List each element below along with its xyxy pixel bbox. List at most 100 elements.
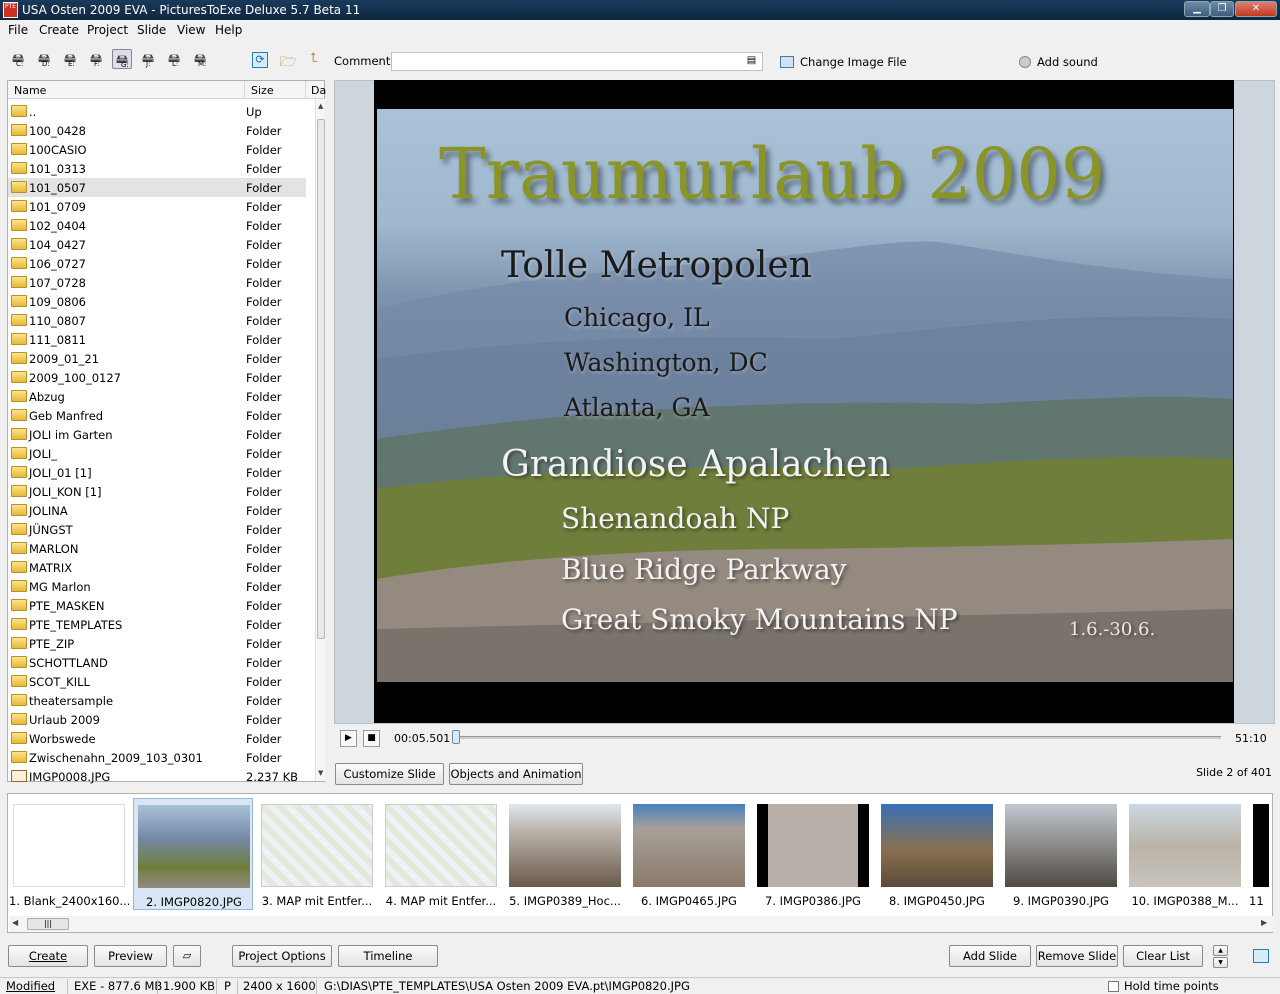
menu-create[interactable]: Create (39, 23, 79, 37)
scroll-left-arrow[interactable]: ◀ (12, 918, 18, 927)
file-row[interactable]: SCHOTTLAND Folder (8, 653, 306, 672)
scroll-right-arrow[interactable]: ▶ (1261, 918, 1267, 927)
seek-knob[interactable] (452, 730, 460, 744)
file-row[interactable]: JOLI im Garten Folder (8, 425, 306, 444)
folder-open-icon[interactable]: 🗁 (278, 51, 298, 71)
hold-time-points-checkbox[interactable] (1108, 981, 1119, 992)
drive-l-button[interactable]: 🖴 L: (164, 49, 184, 69)
drive-d-button[interactable]: 🖴 D: (34, 49, 54, 69)
file-row[interactable]: JOLI_KON [1] Folder (8, 482, 306, 501)
file-row[interactable]: theatersample Folder (8, 691, 306, 710)
file-row[interactable]: Abzug Folder (8, 387, 306, 406)
file-row[interactable]: MG Marlon Folder (8, 577, 306, 596)
fullscreen-preview-icon[interactable]: ▱ (173, 945, 201, 967)
slide-thumbnail[interactable]: 4. MAP mit Entfer... (381, 798, 501, 910)
file-row[interactable]: Worbswede Folder (8, 729, 306, 748)
splitter[interactable] (326, 80, 333, 782)
drive-e-button[interactable]: 🖴 E: (60, 49, 80, 69)
column-name[interactable]: Name (14, 84, 46, 97)
file-row[interactable]: JOLI_ Folder (8, 444, 306, 463)
file-row[interactable]: PTE_ZIP Folder (8, 634, 306, 653)
file-row[interactable]: MARLON Folder (8, 539, 306, 558)
move-up-icon[interactable]: ▲ (1213, 945, 1228, 956)
file-list-scrollbar[interactable]: ▲ ▼ (315, 99, 325, 781)
refresh-icon[interactable]: ⟳ (252, 52, 268, 68)
add-slide-button[interactable]: Add Slide (949, 945, 1031, 967)
file-row[interactable]: SCOT_KILL Folder (8, 672, 306, 691)
move-down-icon[interactable]: ▼ (1213, 957, 1228, 968)
file-row[interactable]: 101_0709 Folder (8, 197, 306, 216)
objects-animation-button[interactable]: Objects and Animation (449, 763, 583, 785)
stop-icon[interactable]: ■ (363, 730, 380, 747)
seek-track[interactable] (456, 736, 1221, 739)
slide-thumbnail[interactable]: 10. IMGP0388_M... (1125, 798, 1245, 910)
file-row[interactable]: .. Up (8, 102, 306, 121)
create-button[interactable]: Create (8, 945, 88, 967)
scroll-down-arrow[interactable]: ▼ (318, 769, 323, 777)
preview-button[interactable]: Preview (94, 945, 167, 967)
file-row[interactable]: 110_0807 Folder (8, 311, 306, 330)
slide-thumbnail[interactable]: 7. IMGP0386.JPG (753, 798, 873, 910)
customize-slide-button[interactable]: Customize Slide (335, 763, 444, 785)
file-row[interactable]: 109_0806 Folder (8, 292, 306, 311)
column-date[interactable]: Da (311, 84, 326, 97)
slide-thumbnail[interactable]: 1. Blank_2400x160... (9, 798, 129, 910)
folder-up-icon[interactable]: ⮤ (304, 51, 324, 71)
column-size[interactable]: Size (251, 84, 274, 97)
comment-input[interactable] (391, 52, 763, 71)
slide-thumbnail[interactable]: 11 (1249, 798, 1269, 910)
file-row[interactable]: 100CASIO Folder (8, 140, 306, 159)
change-image-file-button[interactable]: Change Image File (800, 55, 907, 69)
drive-f-button[interactable]: 🖴 F: (86, 49, 106, 69)
scroll-up-arrow[interactable]: ▲ (318, 102, 323, 110)
slide-thumbnail[interactable]: 9. IMGP0390.JPG (1001, 798, 1121, 910)
strip-scrollbar[interactable]: ◀ ||| ▶ (9, 916, 1273, 932)
slide-thumbnail[interactable]: 3. MAP mit Entfer... (257, 798, 377, 910)
file-row[interactable]: 107_0728 Folder (8, 273, 306, 292)
file-row[interactable]: PTE_TEMPLATES Folder (8, 615, 306, 634)
file-row[interactable]: Geb Manfred Folder (8, 406, 306, 425)
scrollbar-thumb[interactable] (317, 119, 325, 639)
file-row[interactable]: JOLINA Folder (8, 501, 306, 520)
file-row[interactable]: 100_0428 Folder (8, 121, 306, 140)
strip-scroll-thumb[interactable]: ||| (27, 918, 69, 930)
file-row[interactable]: Urlaub 2009 Folder (8, 710, 306, 729)
drive-g-button[interactable]: 🖴 G: (112, 49, 132, 69)
file-row[interactable]: JÜNGST Folder (8, 520, 306, 539)
slide-thumbnail[interactable]: 5. IMGP0389_Hoc... (505, 798, 625, 910)
menu-help[interactable]: Help (215, 23, 242, 37)
maximize-button[interactable]: ❐ (1210, 1, 1234, 17)
menu-project[interactable]: Project (87, 23, 128, 37)
file-row[interactable]: JOLI_01 [1] Folder (8, 463, 306, 482)
file-row[interactable]: 102_0404 Folder (8, 216, 306, 235)
minimize-button[interactable]: ▁ (1184, 1, 1210, 17)
slide-thumbnail[interactable]: 2. IMGP0820.JPG (133, 798, 253, 910)
app-icon[interactable]: PTE (3, 2, 18, 18)
file-row[interactable]: PTE_MASKEN Folder (8, 596, 306, 615)
file-row[interactable]: IMGP0008.JPG 2.237 KB (8, 767, 306, 786)
play-icon[interactable]: ▶ (340, 730, 357, 747)
add-sound-button[interactable]: Add sound (1037, 55, 1098, 69)
file-row[interactable]: MATRIX Folder (8, 558, 306, 577)
file-row[interactable]: 101_0507 Folder (8, 178, 306, 197)
clear-list-button[interactable]: Clear List (1123, 945, 1203, 967)
drive-j-button[interactable]: 🖴 J: (138, 49, 158, 69)
window-layout-icon[interactable] (1253, 949, 1269, 963)
file-row[interactable]: 106_0727 Folder (8, 254, 306, 273)
remove-slide-button[interactable]: Remove Slide (1036, 945, 1118, 967)
file-row[interactable]: 101_0313 Folder (8, 159, 306, 178)
drive-c-button[interactable]: 🖴 C: (8, 49, 28, 69)
slide-thumbnail[interactable]: 8. IMGP0450.JPG (877, 798, 997, 910)
slide-thumbnail[interactable]: 6. IMGP0465.JPG (629, 798, 749, 910)
file-row[interactable]: 2009_01_21 Folder (8, 349, 306, 368)
file-row[interactable]: 104_0427 Folder (8, 235, 306, 254)
drive-m-button[interactable]: 🖴 M: (190, 49, 210, 69)
file-row[interactable]: Zwischenahn_2009_103_0301 Folder (8, 748, 306, 767)
comment-edit-icon[interactable]: ▤ (742, 53, 761, 70)
project-options-button[interactable]: Project Options (232, 945, 332, 967)
file-row[interactable]: 111_0811 Folder (8, 330, 306, 349)
file-row[interactable]: 2009_100_0127 Folder (8, 368, 306, 387)
timeline-button[interactable]: Timeline (338, 945, 438, 967)
menu-slide[interactable]: Slide (137, 23, 166, 37)
menu-view[interactable]: View (177, 23, 205, 37)
